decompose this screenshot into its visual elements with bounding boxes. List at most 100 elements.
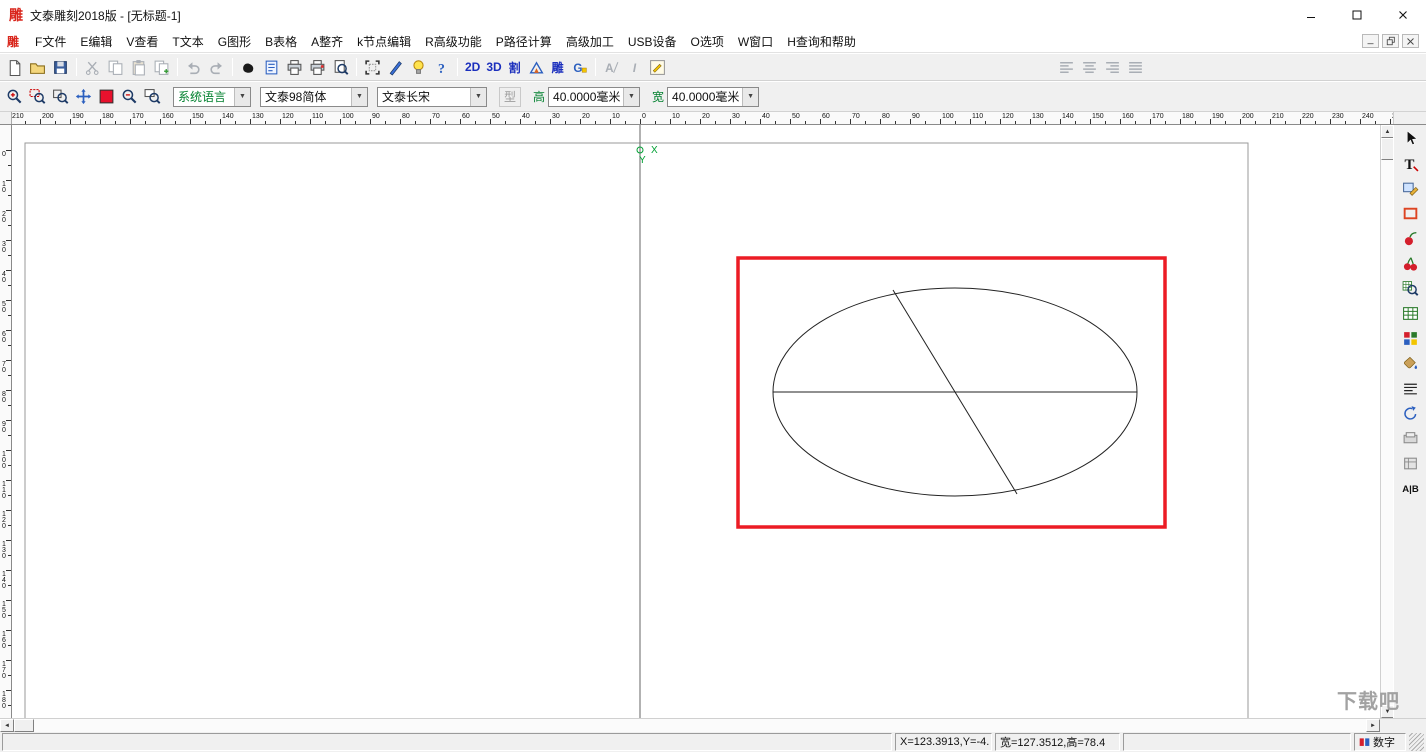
chevron-down-icon[interactable]: ▼ <box>234 87 250 106</box>
print-button[interactable] <box>283 56 306 78</box>
zoom-in-icon <box>7 89 22 104</box>
mdi-controls <box>1362 34 1426 48</box>
menu-item-path-calc[interactable]: P路径计算 <box>489 31 559 52</box>
print-preview-button[interactable] <box>329 56 352 78</box>
menu-item-graphics[interactable]: G图形 <box>211 31 258 52</box>
rotate-tool-button[interactable] <box>1398 402 1422 424</box>
menu-item-options[interactable]: O选项 <box>684 31 731 52</box>
menu-item-edit[interactable]: E编辑 <box>73 31 119 52</box>
menu-item-text[interactable]: T文本 <box>165 31 210 52</box>
chevron-down-icon[interactable]: ▼ <box>623 87 640 106</box>
rectangle-tool-button[interactable] <box>1398 202 1422 224</box>
pan-button[interactable] <box>72 86 95 108</box>
zoom-page-button[interactable] <box>141 86 164 108</box>
menu-item-advanced[interactable]: R高级功能 <box>418 31 489 52</box>
mode-mill-button[interactable] <box>525 56 548 78</box>
zoom-table-tool-button[interactable] <box>1398 277 1422 299</box>
cut-button <box>81 56 104 78</box>
image-edit-tool-button[interactable] <box>1398 177 1422 199</box>
fill-tool-button[interactable] <box>1398 352 1422 374</box>
new-doc-button[interactable] <box>3 56 26 78</box>
chevron-down-icon[interactable]: ▼ <box>742 87 759 106</box>
menu-item-window[interactable]: W窗口 <box>731 31 780 52</box>
design-canvas[interactable]: XY <box>12 125 1380 718</box>
kerning-tool-button[interactable]: A|B <box>1398 477 1422 499</box>
zoom-in-button[interactable] <box>3 86 26 108</box>
font-style-select[interactable]: 文泰长宋 ▼ <box>377 86 487 107</box>
mode-3d-button[interactable]: 3D <box>483 56 504 78</box>
table-tool-button[interactable] <box>1398 302 1422 324</box>
cherries-tool-button[interactable] <box>1398 252 1422 274</box>
font-name-select[interactable]: 文泰98简体 ▼ <box>260 86 368 107</box>
scroll-left-button[interactable]: ◄ <box>0 719 14 732</box>
minimize-button[interactable] <box>1288 0 1334 30</box>
print-setup-button[interactable] <box>306 56 329 78</box>
weld-button[interactable] <box>237 56 260 78</box>
vertical-scroll-track[interactable] <box>1381 160 1393 705</box>
chevron-down-icon[interactable]: ▼ <box>470 87 486 106</box>
current-color-swatch[interactable] <box>95 86 118 108</box>
main-area: 01 02 03 04 05 06 07 08 09 01 0 01 1 01 … <box>0 125 1426 718</box>
menu-item-file[interactable]: F文件 <box>28 31 73 52</box>
plate-layout-button[interactable] <box>260 56 283 78</box>
select-tool-button[interactable] <box>1398 127 1422 149</box>
align-center-button <box>1078 56 1101 78</box>
mdi-restore-button[interactable] <box>1382 34 1399 48</box>
chevron-down-icon[interactable]: ▼ <box>351 87 367 106</box>
measure-button[interactable] <box>384 56 407 78</box>
save-file-button[interactable] <box>49 56 72 78</box>
mdi-minimize-button[interactable] <box>1362 34 1379 48</box>
mode-cut-button[interactable]: 割 <box>505 56 525 78</box>
simulate-button[interactable] <box>407 56 430 78</box>
color-palette-tool-button[interactable] <box>1398 327 1422 349</box>
width-select[interactable]: 40.0000毫米 ▼ <box>667 86 760 107</box>
copy-attributes-icon <box>154 60 169 75</box>
menu-item-view[interactable]: V查看 <box>119 31 165 52</box>
align-right-button <box>1101 56 1124 78</box>
zoom-object-button[interactable] <box>49 86 72 108</box>
text-tool-button[interactable]: T <box>1398 152 1422 174</box>
horizontal-scrollbar[interactable]: ◄ ► <box>0 718 1426 732</box>
device-tool-icon <box>1403 457 1417 469</box>
cherry-tool-button[interactable] <box>1398 227 1422 249</box>
document-icon[interactable]: 雕 <box>7 33 19 50</box>
close-icon <box>1399 11 1407 19</box>
watermark: 下载吧 <box>1337 691 1400 713</box>
resize-grip[interactable] <box>1409 733 1424 751</box>
mode-engrave-button[interactable]: 雕 <box>548 56 568 78</box>
origin-x-label: X <box>651 145 658 156</box>
menu-item-machining[interactable]: 高级加工 <box>559 31 621 52</box>
edit-box-button[interactable] <box>646 56 669 78</box>
ruler-filler <box>1393 112 1426 124</box>
device-tool-button[interactable] <box>1398 452 1422 474</box>
align-left-icon <box>1060 61 1073 73</box>
scroll-right-button[interactable]: ► <box>1366 719 1380 732</box>
horizontal-scroll-thumb[interactable] <box>14 719 34 732</box>
svg-text:I: I <box>633 61 637 74</box>
zoom-out-button[interactable] <box>118 86 141 108</box>
menu-item-help[interactable]: H查询和帮助 <box>780 31 863 52</box>
maximize-button[interactable] <box>1334 0 1380 30</box>
zoom-window-button[interactable] <box>26 86 49 108</box>
output-tool-button[interactable] <box>1398 427 1422 449</box>
mode-2d-button[interactable]: 2D <box>462 56 483 78</box>
menu-item-align[interactable]: A整齐 <box>304 31 350 52</box>
height-select[interactable]: 40.0000毫米 ▼ <box>548 86 641 107</box>
svg-text:?: ? <box>438 60 445 75</box>
line-style-tool-button[interactable] <box>1398 377 1422 399</box>
close-button[interactable] <box>1380 0 1426 30</box>
open-file-button[interactable] <box>26 56 49 78</box>
horizontal-scroll-track[interactable] <box>34 719 1366 732</box>
vertical-scrollbar[interactable]: ▲ ▼ <box>1380 125 1394 718</box>
frame-select-button[interactable] <box>361 56 384 78</box>
menu-item-table[interactable]: B表格 <box>258 31 304 52</box>
mdi-close-button[interactable] <box>1402 34 1419 48</box>
help-button[interactable]: ? <box>430 56 453 78</box>
mdi-close-icon <box>1407 37 1414 45</box>
font-name-value: 文泰98简体 <box>265 90 327 104</box>
menu-item-node-edit[interactable]: k节点编辑 <box>350 31 418 52</box>
svg-text:A: A <box>605 61 614 74</box>
mode-gcode-button[interactable]: G <box>568 56 591 78</box>
language-select[interactable]: 系统语言 ▼ <box>173 86 251 107</box>
menu-item-usb-device[interactable]: USB设备 <box>621 31 684 52</box>
